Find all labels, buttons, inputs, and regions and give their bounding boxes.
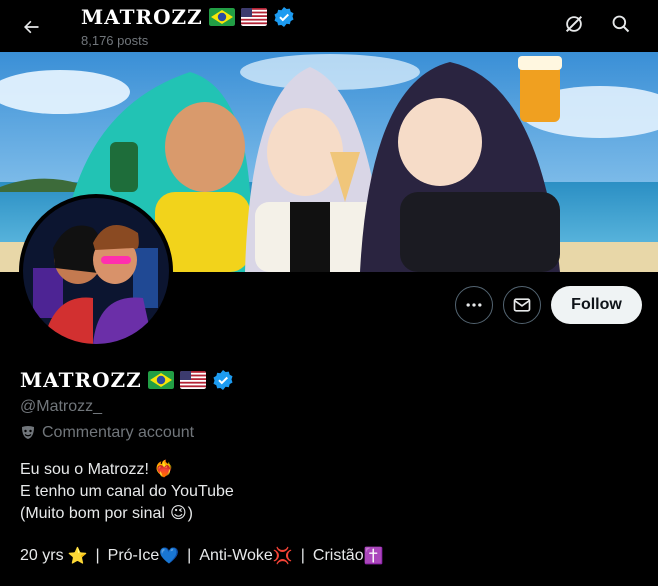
profile-display-name: MATROZZ bbox=[20, 368, 142, 392]
brazil-flag-icon bbox=[208, 8, 235, 26]
profile-name-row: MATROZZ bbox=[20, 368, 234, 392]
wink-emoji-icon: 😉 bbox=[169, 505, 187, 522]
cross-emoji-icon: ✝️ bbox=[363, 548, 384, 565]
envelope-icon bbox=[513, 298, 531, 312]
back-button[interactable] bbox=[14, 10, 48, 44]
posts-count: 8,176 posts bbox=[81, 33, 149, 48]
search-icon bbox=[612, 15, 630, 33]
message-button[interactable] bbox=[503, 286, 541, 324]
profile-bio: Eu sou o Matrozz! ❤️‍🔥 E tenho um canal … bbox=[20, 459, 234, 525]
theater-masks-icon bbox=[22, 426, 34, 439]
brazil-flag-icon bbox=[147, 371, 174, 389]
grok-button[interactable] bbox=[558, 8, 590, 40]
header-display-name: MATROZZ bbox=[81, 5, 203, 29]
bio-line-2: E tenho um canal do YouTube bbox=[20, 483, 234, 500]
grok-icon bbox=[565, 15, 583, 33]
separator: | bbox=[187, 547, 192, 564]
profile-avatar[interactable] bbox=[19, 194, 173, 348]
anger-emoji-icon: 💢 bbox=[272, 548, 293, 565]
usa-flag-icon bbox=[179, 371, 206, 389]
verified-badge-icon[interactable] bbox=[212, 369, 234, 391]
tag-anti-woke: Anti-Woke bbox=[199, 547, 273, 564]
search-button[interactable] bbox=[605, 8, 637, 40]
category-label: Commentary account bbox=[42, 424, 195, 441]
tag-age: 20 yrs bbox=[20, 547, 64, 564]
follow-button[interactable]: Follow bbox=[551, 286, 642, 324]
bio-line-1: Eu sou o Matrozz! ❤️‍🔥 bbox=[20, 459, 234, 481]
star-emoji-icon: ⭐ bbox=[67, 548, 88, 565]
separator: | bbox=[300, 547, 305, 564]
verified-badge-icon bbox=[274, 7, 294, 27]
profile-handle: @Matrozz_ bbox=[20, 398, 103, 415]
separator: | bbox=[95, 547, 100, 564]
tag-cristao: Cristão bbox=[312, 547, 364, 564]
blue-heart-emoji-icon: 💙 bbox=[159, 548, 180, 565]
more-options-button[interactable] bbox=[455, 286, 493, 324]
tag-pro-ice: Pró-Ice bbox=[107, 547, 160, 564]
arrow-left-icon bbox=[24, 20, 39, 34]
bio-line-3: (Muito bom por sinal 😉) bbox=[20, 503, 234, 525]
top-bar: MATROZZ 8,176 posts bbox=[0, 0, 658, 52]
profile-category: Commentary account bbox=[20, 424, 194, 442]
header-title: MATROZZ bbox=[81, 5, 295, 29]
profile-tags: 20 yrs ⭐ | Pró-Ice 💙 | Anti-Woke 💢 | Crist… bbox=[20, 546, 384, 566]
more-horizontal-icon bbox=[466, 303, 482, 307]
usa-flag-icon bbox=[240, 8, 267, 26]
fire-heart-emoji-icon: ❤️‍🔥 bbox=[153, 461, 174, 478]
